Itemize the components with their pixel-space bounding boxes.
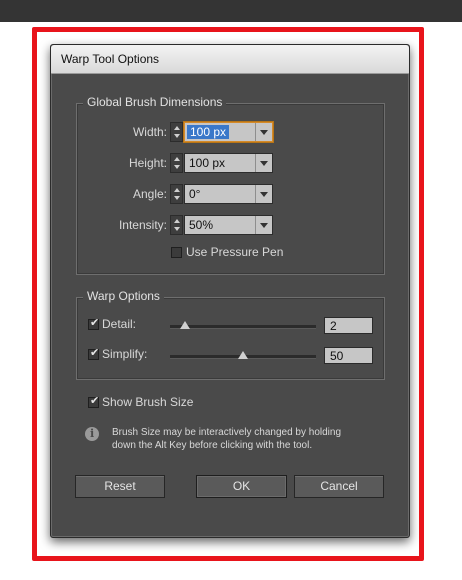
- highlight-frame: [32, 27, 424, 561]
- background-left: [0, 22, 30, 580]
- host-app-top-bar: [0, 0, 462, 22]
